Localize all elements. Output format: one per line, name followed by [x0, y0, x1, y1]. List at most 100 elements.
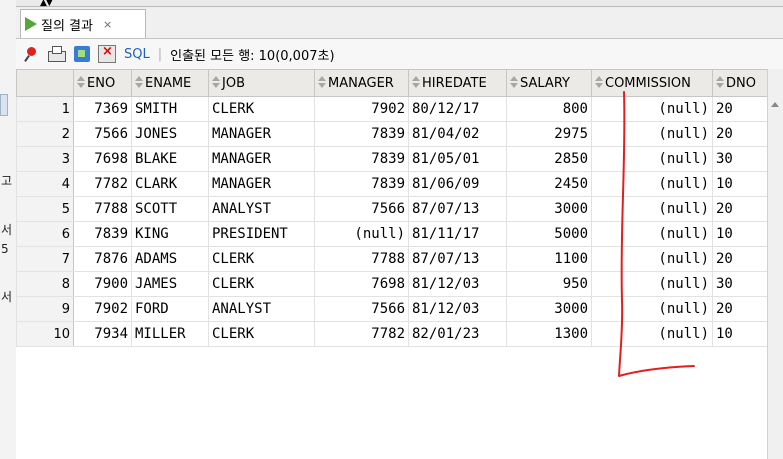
column-header-job[interactable]: JOB [208, 69, 315, 97]
cell-manager[interactable]: 7698 [314, 271, 409, 297]
cell-job[interactable]: CLERK [208, 271, 315, 297]
cell-job[interactable]: CLERK [208, 321, 315, 347]
cell-dno[interactable]: 20 [712, 246, 773, 272]
table-row[interactable]: 5 7788 SCOTT ANALYST 7566 87/07/13 3000 (null) 2… [16, 196, 773, 222]
row-number[interactable]: 8 [16, 271, 74, 297]
cell-ename[interactable]: KING [131, 221, 209, 247]
table-row[interactable]: 10 7934 MILLER CLERK 7782 82/01/23 1300 (null) 1… [16, 321, 773, 347]
table-row[interactable]: 4 7782 CLARK MANAGER 7839 81/06/09 2450 (null) 1… [16, 171, 773, 197]
cell-commission[interactable]: (null) [591, 171, 713, 197]
cell-hiredate[interactable]: 81/12/03 [408, 296, 507, 322]
cell-eno[interactable]: 7566 [73, 121, 132, 147]
column-header-eno[interactable]: ENO [73, 69, 132, 97]
cell-salary[interactable]: 3000 [506, 296, 592, 322]
cell-eno[interactable]: 7369 [73, 96, 132, 122]
cell-commission[interactable]: (null) [591, 246, 713, 272]
cell-manager[interactable]: 7839 [314, 121, 409, 147]
sql-link[interactable]: SQL [124, 47, 150, 62]
cell-commission[interactable]: (null) [591, 296, 713, 322]
cell-salary[interactable]: 3000 [506, 196, 592, 222]
cell-eno[interactable]: 7788 [73, 196, 132, 222]
cell-salary[interactable]: 1300 [506, 321, 592, 347]
cell-dno[interactable]: 10 [712, 171, 773, 197]
cell-ename[interactable]: JONES [131, 121, 209, 147]
cell-job[interactable]: MANAGER [208, 171, 315, 197]
pin-icon[interactable] [24, 46, 40, 62]
cell-commission[interactable]: (null) [591, 271, 713, 297]
cell-commission[interactable]: (null) [591, 321, 713, 347]
cell-manager[interactable]: (null) [314, 221, 409, 247]
cell-dno[interactable]: 10 [712, 321, 773, 347]
table-row[interactable]: 2 7566 JONES MANAGER 7839 81/04/02 2975 (null) 2… [16, 121, 773, 147]
row-number[interactable]: 9 [16, 296, 74, 322]
cell-job[interactable]: MANAGER [208, 146, 315, 172]
cell-manager[interactable]: 7788 [314, 246, 409, 272]
cell-eno[interactable]: 7782 [73, 171, 132, 197]
cell-hiredate[interactable]: 81/05/01 [408, 146, 507, 172]
vertical-scrollbar[interactable] [767, 69, 783, 459]
table-row[interactable]: 3 7698 BLAKE MANAGER 7839 81/05/01 2850 (null) 3… [16, 146, 773, 172]
cell-ename[interactable]: SMITH [131, 96, 209, 122]
cell-dno[interactable]: 30 [712, 271, 773, 297]
row-number[interactable]: 4 [16, 171, 74, 197]
cell-salary[interactable]: 2850 [506, 146, 592, 172]
cell-ename[interactable]: JAMES [131, 271, 209, 297]
cell-ename[interactable]: SCOTT [131, 196, 209, 222]
column-header-commission[interactable]: COMMISSION [591, 69, 713, 97]
cell-dno[interactable]: 30 [712, 146, 773, 172]
cell-hiredate[interactable]: 81/06/09 [408, 171, 507, 197]
cell-eno[interactable]: 7902 [73, 296, 132, 322]
cell-manager[interactable]: 7566 [314, 296, 409, 322]
cell-dno[interactable]: 10 [712, 221, 773, 247]
cell-dno[interactable]: 20 [712, 96, 773, 122]
cell-manager[interactable]: 7839 [314, 171, 409, 197]
cell-ename[interactable]: CLARK [131, 171, 209, 197]
row-number[interactable]: 6 [16, 221, 74, 247]
cell-manager[interactable]: 7566 [314, 196, 409, 222]
cell-hiredate[interactable]: 87/07/13 [408, 196, 507, 222]
cell-dno[interactable]: 20 [712, 296, 773, 322]
cell-salary[interactable]: 1100 [506, 246, 592, 272]
row-number[interactable]: 3 [16, 146, 74, 172]
table-row[interactable]: 8 7900 JAMES CLERK 7698 81/12/03 950 (null) 30 [16, 271, 773, 297]
column-header-ename[interactable]: ENAME [131, 69, 209, 97]
column-header-hiredate[interactable]: HIREDATE [408, 69, 507, 97]
tab-query-result[interactable]: 질의 결과 × [20, 9, 146, 38]
row-number[interactable]: 7 [16, 246, 74, 272]
cell-hiredate[interactable]: 80/12/17 [408, 96, 507, 122]
cell-commission[interactable]: (null) [591, 96, 713, 122]
cell-dno[interactable]: 20 [712, 121, 773, 147]
cell-hiredate[interactable]: 81/11/17 [408, 221, 507, 247]
cell-job[interactable]: PRESIDENT [208, 221, 315, 247]
export-icon[interactable] [74, 46, 90, 62]
column-header-salary[interactable]: SALARY [506, 69, 592, 97]
cell-commission[interactable]: (null) [591, 146, 713, 172]
row-number[interactable]: 5 [16, 196, 74, 222]
column-header-dno[interactable]: DNO [712, 69, 773, 97]
table-row[interactable]: 1 7369 SMITH CLERK 7902 80/12/17 800 (null) 20 [16, 96, 773, 122]
top-splitter[interactable]: ▲▼ [16, 0, 783, 8]
cell-eno[interactable]: 7934 [73, 321, 132, 347]
table-row[interactable]: 6 7839 KING PRESIDENT (null) 81/11/17 5000 (nul… [16, 221, 773, 247]
cell-manager[interactable]: 7902 [314, 96, 409, 122]
panel-splitter-handle[interactable] [0, 94, 8, 116]
cell-manager[interactable]: 7782 [314, 321, 409, 347]
cell-eno[interactable]: 7900 [73, 271, 132, 297]
close-tab-icon[interactable]: × [103, 18, 112, 31]
cell-salary[interactable]: 5000 [506, 221, 592, 247]
cell-ename[interactable]: BLAKE [131, 146, 209, 172]
cell-eno[interactable]: 7698 [73, 146, 132, 172]
cell-salary[interactable]: 2975 [506, 121, 592, 147]
cell-ename[interactable]: MILLER [131, 321, 209, 347]
cell-dno[interactable]: 20 [712, 196, 773, 222]
cell-job[interactable]: ANALYST [208, 196, 315, 222]
cancel-query-icon[interactable] [98, 44, 116, 63]
cell-hiredate[interactable]: 81/04/02 [408, 121, 507, 147]
print-icon[interactable] [48, 45, 66, 62]
cell-salary[interactable]: 800 [506, 96, 592, 122]
cell-job[interactable]: MANAGER [208, 121, 315, 147]
cell-commission[interactable]: (null) [591, 121, 713, 147]
cell-hiredate[interactable]: 81/12/03 [408, 271, 507, 297]
table-row[interactable]: 9 7902 FORD ANALYST 7566 81/12/03 3000 (null) 20 [16, 296, 773, 322]
cell-commission[interactable]: (null) [591, 221, 713, 247]
